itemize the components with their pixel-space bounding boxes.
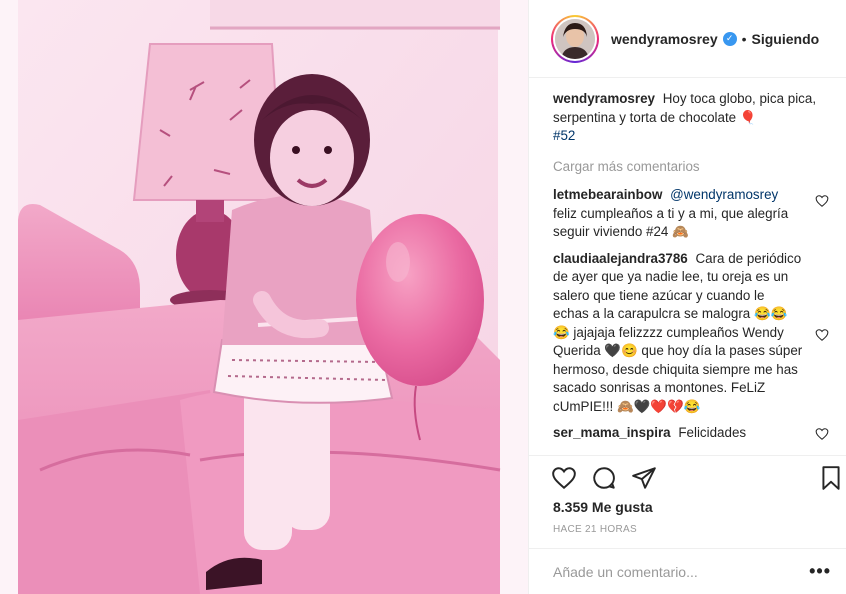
comment-text: Felicidades xyxy=(678,425,747,440)
comment-username[interactable]: letmebearainbow xyxy=(553,187,662,202)
more-options-icon[interactable]: ••• xyxy=(809,561,831,582)
avatar-border xyxy=(553,16,597,61)
comment-username[interactable]: claudiaalejandra3786 xyxy=(553,251,688,266)
post-actions: 8.359 Me gusta HACE 21 HORAS ••• xyxy=(529,455,846,593)
likes-count[interactable]: 8.359 Me gusta xyxy=(553,499,653,515)
comment-username[interactable]: ser_mama_inspira xyxy=(553,425,671,440)
bookmark-icon[interactable] xyxy=(818,465,844,491)
comment-like-heart-icon[interactable] xyxy=(815,194,829,208)
comments-list[interactable]: wendyramosrey Hoy toca globo, pica pica,… xyxy=(553,90,831,454)
comment-bubble-icon[interactable] xyxy=(591,465,617,491)
add-comment-bar: ••• xyxy=(529,548,846,594)
add-comment-input[interactable] xyxy=(553,563,810,580)
comment-item: claudiaalejandra3786 Cara de periódico d… xyxy=(553,250,831,417)
following-button[interactable]: Siguiendo xyxy=(752,31,820,47)
header-username[interactable]: wendyramosrey xyxy=(611,31,718,47)
story-ring[interactable] xyxy=(551,14,599,63)
avatar[interactable] xyxy=(555,18,595,59)
comment-item: ser_mama_inspira Felicidades xyxy=(553,424,831,443)
post-timestamp[interactable]: HACE 21 HORAS xyxy=(553,524,637,535)
post-photo-illustration xyxy=(0,0,528,594)
comment-mention[interactable]: @wendyramosrey xyxy=(670,187,778,202)
comment-text: feliz cumpleaños a ti y a mi, que alegrí… xyxy=(553,205,789,240)
heart-icon[interactable] xyxy=(551,465,577,491)
post-photo[interactable] xyxy=(0,0,528,594)
caption-username[interactable]: wendyramosrey xyxy=(553,91,655,106)
header-separator: • xyxy=(741,30,747,47)
post-side-panel: wendyramosrey ✓ • Siguiendo wendyramosre… xyxy=(528,0,846,594)
verified-badge-icon: ✓ xyxy=(722,31,737,46)
load-more-comments-button[interactable]: Cargar más comentarios xyxy=(553,158,831,177)
comment-like-heart-icon[interactable] xyxy=(815,427,829,441)
post-caption: wendyramosrey Hoy toca globo, pica pica,… xyxy=(553,90,831,146)
comment-like-heart-icon[interactable] xyxy=(815,328,829,342)
avatar-image xyxy=(555,18,595,59)
post-header: wendyramosrey ✓ • Siguiendo xyxy=(529,0,846,78)
share-icon[interactable] xyxy=(631,465,657,491)
comment-item: letmebearainbow @wendyramosrey feliz cum… xyxy=(553,186,831,242)
caption-hashtag[interactable]: #52 xyxy=(553,128,575,143)
comment-text: Cara de periódico de ayer que ya nadie l… xyxy=(553,250,803,414)
